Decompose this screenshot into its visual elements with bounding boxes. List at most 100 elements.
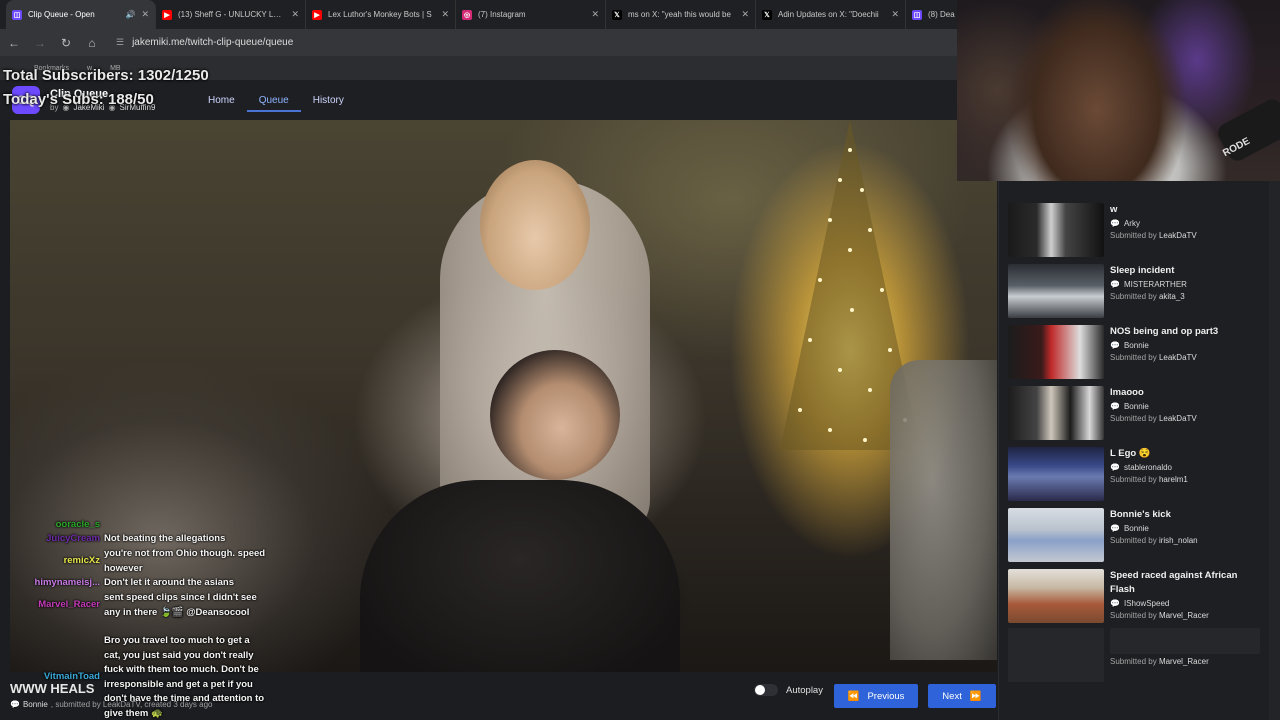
chat-text bbox=[104, 518, 266, 533]
chat-message: himynameisj... Don't let it around the a… bbox=[0, 576, 280, 591]
clip-thumbnail bbox=[1008, 325, 1104, 379]
chat-text: you're not from Ohio though. speed howev… bbox=[104, 548, 266, 574]
person-image bbox=[480, 160, 590, 290]
chat-text: Don't let it around the asians bbox=[104, 577, 234, 588]
queue-item-channel: 💬 MISTERARTHER bbox=[1110, 280, 1260, 289]
channel-name: IShowSpeed bbox=[1123, 599, 1170, 608]
youtube-icon: ▶ bbox=[162, 9, 172, 20]
close-icon[interactable]: ✕ bbox=[891, 9, 899, 20]
tab-x-2[interactable]: 𝕏 Adin Updates on X: "Doechii ✕ bbox=[756, 0, 906, 29]
queue-item[interactable]: Speed raced against African Flash 💬 IShow… bbox=[1008, 569, 1263, 625]
clip-thumbnail bbox=[1008, 386, 1104, 440]
queue-item-title: lmaooo bbox=[1110, 387, 1144, 398]
site-info-icon[interactable]: ☰ bbox=[116, 37, 124, 48]
nav-history[interactable]: History bbox=[301, 80, 356, 120]
submitter-name: akita_3 bbox=[1158, 292, 1185, 301]
queue-item-submitter: Submitted by irish_nolan bbox=[1110, 536, 1260, 545]
tab-title: Adin Updates on X: "Doechii bbox=[778, 10, 879, 19]
back-arrow-icon[interactable]: ← bbox=[8, 36, 20, 50]
autoplay-control: Autoplay bbox=[754, 684, 823, 696]
tab-instagram[interactable]: ◎ (7) Instagram ✕ bbox=[456, 0, 606, 29]
submitted-by-label: Submitted by bbox=[1110, 414, 1157, 423]
rewind-icon: ⏪ bbox=[847, 690, 860, 702]
queue-item[interactable]: lmaooo 💬 Bonnie Submitted by LeakDaTV bbox=[1008, 386, 1263, 442]
queue-item-channel: 💬 Bonnie bbox=[1110, 402, 1260, 411]
chat-text: sent speed clips since I didn't see any … bbox=[104, 592, 257, 618]
queue-item-info: w 💬 Arky Submitted by LeakDaTV bbox=[1110, 203, 1260, 240]
loading-thumbnail bbox=[1008, 628, 1104, 682]
chat-username: remicXz bbox=[63, 555, 100, 567]
speaker-icon[interactable]: 🔊 bbox=[125, 10, 135, 19]
fast-forward-icon: ⏩ bbox=[969, 690, 982, 702]
next-label: Next bbox=[942, 690, 962, 702]
submitted-by-label: Submitted by bbox=[1110, 611, 1157, 620]
queue-item-channel: 💬 IShowSpeed bbox=[1110, 599, 1260, 608]
submitted-by-label: Submitted by bbox=[1110, 353, 1157, 362]
close-icon[interactable]: ✕ bbox=[291, 9, 299, 20]
queue-item-info: NOS being and op part3 💬 Bonnie Submitted… bbox=[1110, 325, 1260, 362]
autoplay-toggle[interactable] bbox=[754, 684, 778, 696]
clip-details: , submitted by LeakDaTV, created 3 days … bbox=[50, 700, 213, 709]
queue-item-submitter: Submitted by LeakDaTV bbox=[1110, 353, 1260, 362]
close-icon[interactable]: ✕ bbox=[741, 9, 749, 20]
today-subscribers: Today's Subs: 188/50 bbox=[3, 91, 154, 108]
queue-item-info: Bonnie's kick 💬 Bonnie Submitted by irish… bbox=[1110, 508, 1260, 545]
queue-item-channel: 💬 Bonnie bbox=[1110, 524, 1260, 533]
queue-scrollbar[interactable] bbox=[1269, 180, 1280, 720]
chat-username: himynameisj... bbox=[34, 577, 100, 588]
queue-item-title: Speed raced against African Flash bbox=[1110, 570, 1238, 595]
current-clip-meta: 💬 Bonnie , submitted by LeakDaTV, create… bbox=[10, 700, 212, 709]
close-icon[interactable]: ✕ bbox=[441, 9, 449, 20]
submitter-name: Marvel_Racer bbox=[1158, 611, 1209, 620]
nav-queue[interactable]: Queue bbox=[246, 80, 301, 120]
queue-item[interactable]: w 💬 Arky Submitted by LeakDaTV bbox=[1008, 203, 1263, 259]
clip-thumbnail bbox=[1008, 508, 1104, 562]
queue-item[interactable]: Sleep incident 💬 MISTERARTHER Submitted b… bbox=[1008, 264, 1263, 320]
close-icon[interactable]: ✕ bbox=[141, 9, 149, 20]
clip-channel[interactable]: Bonnie bbox=[23, 700, 48, 709]
url-text: jakemiki.me/twitch-clip-queue/queue bbox=[132, 37, 294, 48]
queue-item-title: Sleep incident bbox=[1110, 265, 1175, 276]
queue-item[interactable]: Bonnie's kick 💬 Bonnie Submitted by irish… bbox=[1008, 508, 1263, 564]
queue-item-submitter: Submitted by LeakDaTV bbox=[1110, 231, 1260, 240]
home-icon[interactable]: ⌂ bbox=[86, 36, 98, 50]
submitter-name: Marvel_Racer bbox=[1158, 657, 1209, 666]
chat-message: ooracle_s bbox=[0, 518, 280, 533]
submitter-name: irish_nolan bbox=[1158, 536, 1198, 545]
clip-thumbnail bbox=[1008, 447, 1104, 501]
tab-title: (13) Sheff G - UNLUCKY LUCK bbox=[178, 10, 286, 19]
queue-item-info: Speed raced against African Flash 💬 IShow… bbox=[1110, 569, 1260, 620]
autoplay-label: Autoplay bbox=[786, 684, 823, 696]
queue-item-title: Bonnie's kick bbox=[1110, 509, 1171, 520]
close-icon[interactable]: ✕ bbox=[591, 9, 599, 20]
chat-username: Marvel_Racer bbox=[38, 599, 100, 611]
chat-message: Marvel_Racer sent speed clips since I di… bbox=[0, 591, 280, 620]
submitter-name: LeakDaTV bbox=[1158, 414, 1197, 423]
x-icon: 𝕏 bbox=[762, 9, 772, 20]
previous-button[interactable]: ⏪ Previous bbox=[834, 684, 918, 708]
queue-item-title: L Ego 😵 bbox=[1110, 448, 1151, 459]
forward-arrow-icon[interactable]: → bbox=[34, 36, 46, 50]
clip-thumbnail bbox=[1008, 569, 1104, 623]
next-button[interactable]: Next ⏩ bbox=[928, 684, 996, 708]
tab-title: (7) Instagram bbox=[478, 10, 526, 19]
queue-item[interactable]: NOS being and op part3 💬 Bonnie Submitted… bbox=[1008, 325, 1263, 381]
url-field[interactable]: ☰ jakemiki.me/twitch-clip-queue/queue bbox=[116, 37, 293, 48]
tab-youtube-1[interactable]: ▶ (13) Sheff G - UNLUCKY LUCK ✕ bbox=[156, 0, 306, 29]
clipqueue-icon: ◫ bbox=[12, 9, 22, 20]
tab-x-1[interactable]: 𝕏 ms on X: "yeah this would be ✕ bbox=[606, 0, 756, 29]
queue-item-submitter: Submitted by Marvel_Racer bbox=[1110, 657, 1209, 666]
queue-item-submitter: Submitted by akita_3 bbox=[1110, 292, 1260, 301]
channel-name: Bonnie bbox=[1123, 524, 1149, 533]
channel-name: Bonnie bbox=[1123, 402, 1149, 411]
queue-item[interactable]: L Ego 😵 💬 stableronaldo Submitted by hare… bbox=[1008, 447, 1263, 503]
tab-clip-queue[interactable]: ◫ Clip Queue - Open 🔊 ✕ bbox=[6, 0, 156, 29]
submitter-name: harelm1 bbox=[1158, 475, 1188, 484]
tab-youtube-2[interactable]: ▶ Lex Luthor's Monkey Bots | S ✕ bbox=[306, 0, 456, 29]
reload-icon[interactable]: ↻ bbox=[60, 36, 72, 50]
person-image bbox=[490, 350, 620, 480]
submitter-name: LeakDaTV bbox=[1158, 353, 1197, 362]
instagram-icon: ◎ bbox=[462, 9, 472, 20]
clipqueue-icon: ◫ bbox=[912, 9, 922, 20]
queue-item-channel: 💬 Bonnie bbox=[1110, 341, 1260, 350]
